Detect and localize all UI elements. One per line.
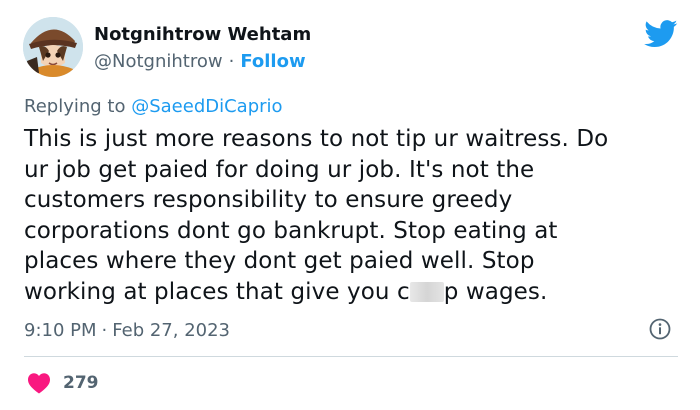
tweet-line: ur job get paied for doing ur job. It's … (24, 156, 535, 183)
tweet-time: 9:10 PM (24, 320, 97, 341)
tweet-line: places where they dont get paied well. S… (24, 248, 535, 274)
user-handle[interactable]: @Notgnihtrow (94, 51, 223, 72)
tweet-line-start: working at places that give you c (24, 278, 410, 305)
twitter-bird-icon[interactable] (644, 20, 678, 48)
tweet-text: This is just more reasons to not tip ur … (24, 124, 684, 307)
separator-dot: · (228, 51, 235, 72)
replying-to-label: Replying to (24, 96, 126, 117)
tweet-card: Notgnihtrow Wehtam @Notgnihtrow · Follow R… (0, 0, 700, 410)
like-count: 279 (63, 373, 99, 393)
follow-button[interactable]: Follow (240, 51, 305, 72)
tweet-line: This is just more reasons to not tip ur … (24, 126, 609, 152)
display-name[interactable]: Notgnihtrow Wehtam (94, 23, 311, 47)
replying-to: Replying to @SaeedDiCaprio (24, 95, 283, 119)
info-icon[interactable] (649, 318, 671, 340)
heart-icon[interactable] (27, 372, 51, 394)
avatar[interactable] (23, 17, 83, 77)
divider (24, 356, 678, 357)
tweet-line: corporations dont go bankrupt. Stop eati… (24, 217, 558, 244)
tweet-line: customers responsibility to ensure greed… (24, 187, 513, 213)
timestamp-link[interactable]: 9:10 PM · Feb 27, 2023 (24, 319, 230, 343)
censored-blur (409, 281, 444, 302)
like-row: 279 (27, 370, 99, 396)
tweet-line: working at places that give you c p wages… (24, 277, 684, 308)
reply-mention-link[interactable]: @SaeedDiCaprio (131, 96, 282, 117)
tweet-date: Feb 27, 2023 (112, 320, 231, 341)
handle-row: @Notgnihtrow · Follow (94, 50, 306, 74)
avatar-image (23, 17, 83, 77)
separator-dot: · (101, 320, 108, 341)
tweet-line-end: p wages. (443, 278, 548, 305)
